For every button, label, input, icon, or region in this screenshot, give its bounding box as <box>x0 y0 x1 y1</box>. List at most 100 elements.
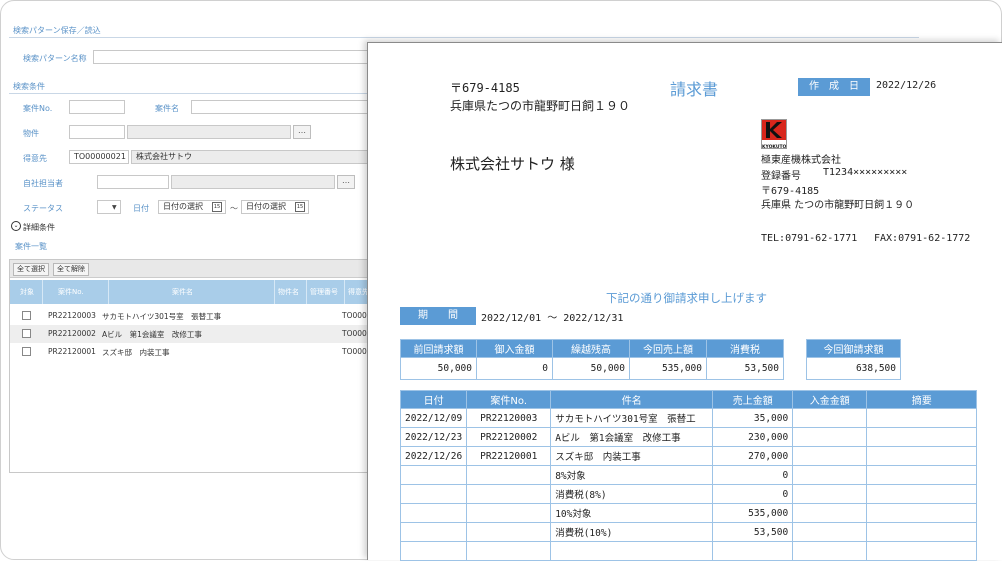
pattern-section-title: 検索パターン保存／読込 <box>13 26 101 35</box>
detail-header: 件名 <box>550 390 714 409</box>
detail-conditions-toggle[interactable]: 詳細条件 <box>23 222 55 233</box>
detail-payment <box>792 446 868 466</box>
detail-header: 入金金額 <box>792 390 868 409</box>
detail-subject: 消費税(10%) <box>550 522 714 542</box>
case-name-label: 案件名 <box>155 104 179 113</box>
detail-case-no <box>466 503 552 523</box>
detail-note <box>866 465 978 485</box>
summary-header: 消費税 <box>706 339 784 358</box>
case-no-input[interactable] <box>69 100 125 114</box>
detail-sales: 35,000 <box>712 408 794 428</box>
detail-payment <box>792 484 868 504</box>
total-table: 今回御請求額 638,500 <box>806 339 901 380</box>
detail-case-no <box>466 484 552 504</box>
detail-date <box>399 522 468 542</box>
calendar-icon[interactable]: 15 <box>295 202 305 212</box>
company-address: 兵庫県 たつの市龍野町日飼１９０ <box>761 200 915 211</box>
case-name-input[interactable] <box>191 100 371 114</box>
detail-sales: 0 <box>712 484 794 504</box>
detail-payment <box>792 427 868 447</box>
staff-lookup-button[interactable]: … <box>337 175 355 189</box>
detail-case-no <box>466 465 552 485</box>
status-select[interactable] <box>97 200 121 214</box>
detail-header: 摘要 <box>866 390 978 409</box>
column-divider <box>274 280 275 304</box>
company-postal: 〒679-4185 <box>761 186 820 197</box>
column-header[interactable]: 物件名 <box>278 287 299 297</box>
detail-header: 案件No. <box>466 390 552 409</box>
detail-case-no <box>466 541 552 561</box>
detail-note <box>866 408 978 428</box>
chevron-down-icon: ▼ <box>112 204 117 211</box>
detail-sales: 535,000 <box>712 503 794 523</box>
column-header[interactable]: 管理番号 <box>310 287 338 297</box>
detail-subject: 消費税(8%) <box>550 484 714 504</box>
column-header[interactable]: 案件No. <box>58 287 84 297</box>
column-divider <box>108 280 109 304</box>
property-code-input[interactable] <box>69 125 125 139</box>
calendar-icon[interactable]: 15 <box>212 202 222 212</box>
row-case-name: スズキ邸 内装工事 <box>102 348 170 357</box>
summary-header: 今回売上額 <box>629 339 707 358</box>
select-all-button[interactable]: 全て選択 <box>13 263 49 276</box>
document-title: 請求書 <box>670 80 719 99</box>
column-header[interactable]: 対象 <box>20 287 34 297</box>
detail-note <box>866 427 978 447</box>
list-toolbar: 全て選択 全て解除 <box>10 260 378 278</box>
table-row: 2022/12/26 PR22120001 スズキ邸 内装工事 270,000 <box>399 446 978 466</box>
divider <box>9 37 919 38</box>
detail-subject: スズキ邸 内装工事 <box>550 446 714 466</box>
table-row[interactable]: PR22120001 スズキ邸 内装工事 TO0000 <box>10 343 378 361</box>
table-row[interactable]: PR22120003 サカモトハイツ301号室 張替工事 TO0000 <box>10 307 378 325</box>
company-tel: TEL:0791-62-1771 <box>761 233 858 244</box>
row-case-name: サカモトハイツ301号室 張替工事 <box>102 312 222 321</box>
row-case-no: PR22120001 <box>48 347 96 356</box>
table-row: 2022/12/09 PR22120003 サカモトハイツ301号室 張替工 3… <box>399 408 978 428</box>
detail-date <box>399 541 468 561</box>
row-case-name: Aビル 第1会議室 改修工事 <box>102 330 202 339</box>
summary-header: 御入金額 <box>476 339 553 358</box>
row-checkbox[interactable] <box>22 347 31 356</box>
table-row <box>399 541 978 561</box>
column-divider <box>344 280 345 304</box>
total-value: 638,500 <box>806 357 901 380</box>
property-name-display <box>127 125 291 139</box>
property-lookup-button[interactable]: … <box>293 125 311 139</box>
row-case-no: PR22120003 <box>48 311 96 320</box>
detail-subject: Aビル 第1会議室 改修工事 <box>550 427 714 447</box>
detail-header: 売上金額 <box>712 390 794 409</box>
column-divider <box>42 280 43 304</box>
expand-icon[interactable]: ⌄ <box>11 221 21 231</box>
summary-value: 50,000 <box>400 357 477 380</box>
summary-header: 繰越残高 <box>552 339 630 358</box>
pattern-name-input[interactable] <box>93 50 373 64</box>
row-checkbox[interactable] <box>22 329 31 338</box>
detail-table: 日付 案件No. 件名 売上金額 入金金額 摘要 2022/12/09 PR22… <box>399 390 978 561</box>
row-checkbox[interactable] <box>22 311 31 320</box>
detail-date: 2022/12/26 <box>399 446 468 466</box>
logo-mark-icon <box>762 120 786 140</box>
detail-payment <box>792 522 868 542</box>
pattern-name-label: 検索パターン名称 <box>23 54 87 63</box>
invoice-document: 〒679-4185 兵庫県たつの市龍野町日飼１９０ 請求書 作 成 日 2022… <box>367 42 1002 561</box>
created-date: 2022/12/26 <box>876 80 937 91</box>
detail-date <box>399 503 468 523</box>
customer-postal: 〒679-4185 <box>450 81 520 95</box>
summary-table: 前回請求額 御入金額 繰越残高 今回売上額 消費税 50,000 0 50,00… <box>400 339 784 380</box>
column-header[interactable]: 案件名 <box>172 287 193 297</box>
detail-sales: 230,000 <box>712 427 794 447</box>
period-label: 期 間 <box>400 307 476 325</box>
detail-payment <box>792 541 868 561</box>
customer-code-input[interactable]: TO00000021 <box>69 150 129 164</box>
table-row[interactable]: PR22120002 Aビル 第1会議室 改修工事 TO0000 <box>10 325 378 343</box>
logo-text: KYOKUTO <box>762 145 787 150</box>
request-message: 下記の通り御請求申し上げます <box>606 291 767 305</box>
company-name: 極東産機株式会社 <box>761 155 841 166</box>
detail-note <box>866 541 978 561</box>
staff-code-input[interactable] <box>97 175 169 189</box>
recipient-name: 株式会社サトウ 様 <box>450 155 575 173</box>
deselect-all-button[interactable]: 全て解除 <box>53 263 89 276</box>
conditions-section-title: 検索条件 <box>13 82 45 91</box>
detail-date <box>399 465 468 485</box>
column-header[interactable]: 得意先 <box>348 287 369 297</box>
